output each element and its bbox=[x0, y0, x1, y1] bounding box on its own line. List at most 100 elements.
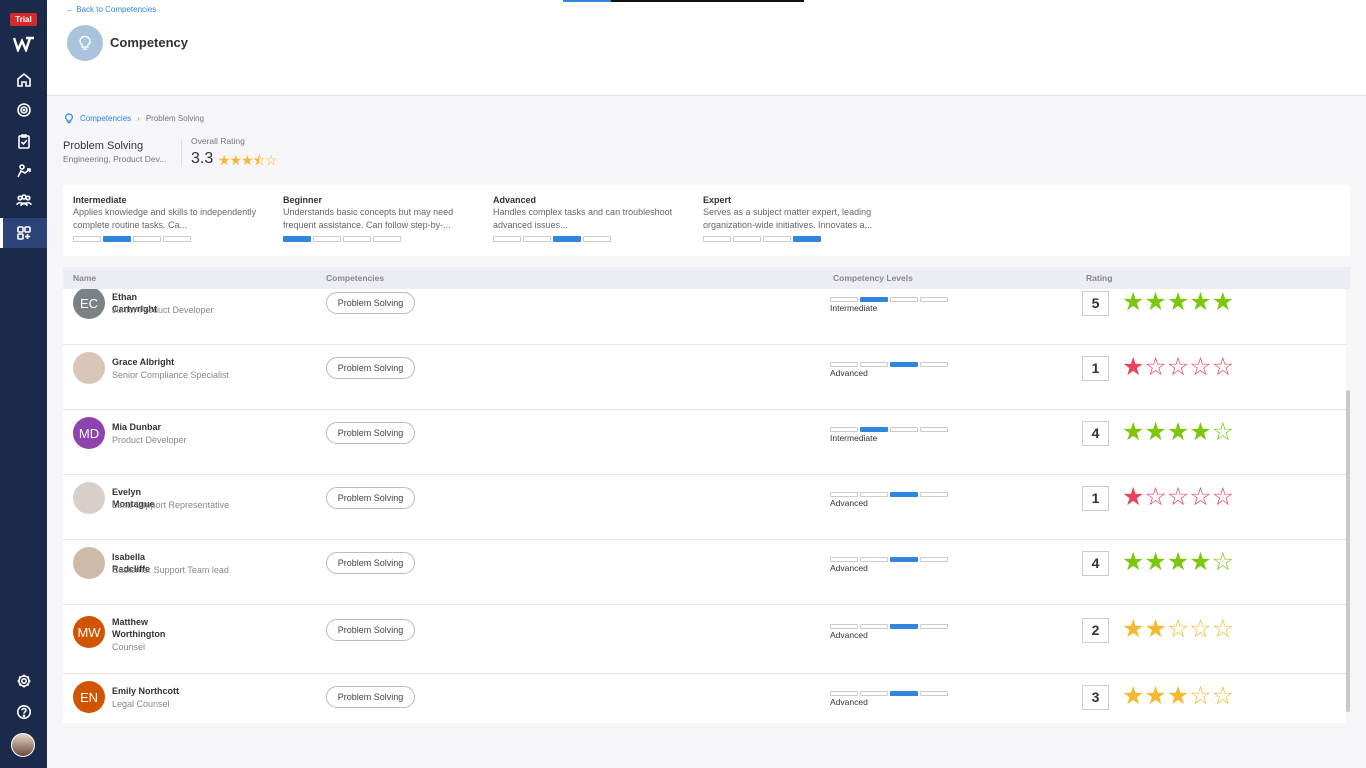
avatar[interactable]: EN bbox=[73, 681, 105, 713]
table-row[interactable]: MW Matthew Worthington Counsel Problem Solv… bbox=[63, 605, 1346, 674]
person-name[interactable]: Mia Dunbar bbox=[112, 421, 182, 433]
rating-stars[interactable]: ★☆☆☆☆ bbox=[1122, 352, 1234, 382]
level-segment bbox=[860, 557, 888, 562]
column-competencies[interactable]: Competencies bbox=[326, 273, 384, 283]
table-row[interactable]: EN Emily Northcott Legal Counsel Problem So… bbox=[63, 674, 1346, 723]
person-name[interactable]: Emily Northcott bbox=[112, 685, 182, 697]
avatar[interactable] bbox=[73, 547, 105, 579]
level-segment bbox=[830, 557, 858, 562]
avatar[interactable]: MW bbox=[73, 616, 105, 648]
level-segment bbox=[920, 427, 948, 432]
table-row[interactable]: MD Mia Dunbar Product Developer Problem Sol… bbox=[63, 410, 1346, 475]
competency-chip[interactable]: Problem Solving bbox=[326, 422, 415, 444]
table-row[interactable]: Grace Albright Senior Compliance Speciali… bbox=[63, 345, 1346, 410]
level-segment bbox=[830, 691, 858, 696]
level-segment bbox=[890, 557, 918, 562]
level-segment bbox=[163, 236, 191, 242]
table-row[interactable]: EC Ethan Cartwright Junior Product Develop… bbox=[63, 289, 1346, 345]
level-bars bbox=[830, 362, 948, 367]
goals-icon[interactable] bbox=[0, 95, 47, 125]
level-label: Advanced bbox=[830, 368, 868, 378]
person-role: Legal Counsel bbox=[112, 699, 170, 709]
skill-name: Problem Solving bbox=[63, 140, 144, 152]
level-segment bbox=[920, 624, 948, 629]
rating-stars[interactable]: ★★★★☆ bbox=[1122, 547, 1234, 577]
level-bars bbox=[830, 297, 948, 302]
person-role: Senior Compliance Specialist bbox=[112, 370, 230, 380]
table-header: Name Competencies Competency Levels Rati… bbox=[63, 267, 1350, 289]
avatar[interactable]: EC bbox=[73, 289, 105, 319]
rating-stars[interactable]: ★★★★★ bbox=[1122, 289, 1234, 317]
level-segment bbox=[860, 492, 888, 497]
header bbox=[47, 0, 1366, 96]
column-name[interactable]: Name bbox=[73, 273, 96, 283]
level-description: Applies knowledge and skills to independ… bbox=[73, 207, 257, 230]
level-label: Intermediate bbox=[830, 303, 878, 313]
back-link[interactable]: ← Back to Competencies bbox=[66, 5, 156, 14]
level-segment bbox=[890, 362, 918, 367]
level-description: Serves as a subject matter expert, leadi… bbox=[703, 207, 873, 230]
table-row[interactable]: Isabella Radcliffe Customer Support Team … bbox=[63, 540, 1346, 605]
overall-rating-value: 3.3 bbox=[191, 150, 214, 167]
level-label: Advanced bbox=[830, 498, 868, 508]
rating-value[interactable]: 2 bbox=[1082, 618, 1109, 643]
level-segment bbox=[73, 236, 101, 242]
home-icon[interactable] bbox=[0, 65, 47, 95]
avatar[interactable] bbox=[73, 482, 105, 514]
level-bars bbox=[493, 236, 678, 242]
back-link-label[interactable]: Back to Competencies bbox=[76, 5, 156, 14]
level-segment bbox=[793, 236, 821, 242]
sidebar: Trial bbox=[0, 0, 47, 768]
user-avatar[interactable] bbox=[11, 733, 35, 757]
level-segment bbox=[583, 236, 611, 242]
tasks-icon[interactable] bbox=[0, 126, 47, 156]
level-title: Advanced bbox=[493, 195, 537, 205]
help-icon[interactable] bbox=[0, 697, 47, 727]
competency-chip[interactable]: Problem Solving bbox=[326, 357, 415, 379]
avatar-initials: MD bbox=[78, 425, 100, 441]
rating-stars[interactable]: ★★★★☆ bbox=[1122, 417, 1234, 447]
competency-chip[interactable]: Problem Solving bbox=[326, 487, 415, 509]
breadcrumb-current: Problem Solving bbox=[145, 114, 205, 123]
level-segment bbox=[830, 427, 858, 432]
competency-chip[interactable]: Problem Solving bbox=[326, 686, 415, 708]
level-description: Understands basic concepts but may need … bbox=[283, 207, 454, 230]
rating-stars[interactable]: ★★★☆☆ bbox=[1122, 681, 1234, 711]
column-levels[interactable]: Competency Levels bbox=[833, 273, 913, 283]
competency-chip[interactable]: Problem Solving bbox=[326, 552, 415, 574]
rating-stars[interactable]: ★★☆☆☆ bbox=[1122, 614, 1234, 644]
avatar[interactable]: MD bbox=[73, 417, 105, 449]
settings-icon[interactable] bbox=[0, 666, 47, 696]
rating-value[interactable]: 5 bbox=[1082, 291, 1109, 316]
person-role: Product Developer bbox=[112, 435, 187, 445]
person-name[interactable]: Grace Albright bbox=[112, 356, 182, 368]
rating-stars[interactable]: ★☆☆☆☆ bbox=[1122, 482, 1234, 512]
level-segment bbox=[830, 362, 858, 367]
avatar-initials: EN bbox=[79, 689, 99, 705]
rating-value[interactable]: 1 bbox=[1082, 486, 1109, 511]
column-rating[interactable]: Rating bbox=[1086, 273, 1112, 283]
level-segment bbox=[920, 362, 948, 367]
level-segment bbox=[343, 236, 371, 242]
competency-chip[interactable]: Problem Solving bbox=[326, 619, 415, 641]
table-row[interactable]: Evelyn Montague Lead Support Representati… bbox=[63, 475, 1346, 540]
rating-value[interactable]: 3 bbox=[1082, 685, 1109, 710]
skills-icon[interactable] bbox=[0, 156, 47, 186]
apps-icon[interactable] bbox=[0, 218, 47, 248]
avatar[interactable] bbox=[73, 352, 105, 384]
rating-value[interactable]: 4 bbox=[1082, 421, 1109, 446]
level-expert: Expert Serves as a subject matter expert… bbox=[703, 195, 888, 242]
competency-chip[interactable]: Problem Solving bbox=[326, 292, 415, 314]
team-icon[interactable] bbox=[0, 186, 47, 216]
breadcrumb-root[interactable]: Competencies bbox=[80, 114, 131, 123]
level-label: Advanced bbox=[830, 630, 868, 640]
level-bars bbox=[283, 236, 468, 242]
trial-badge[interactable]: Trial bbox=[10, 13, 37, 26]
app-logo[interactable] bbox=[12, 36, 35, 54]
level-title: Intermediate bbox=[73, 195, 127, 205]
overall-rating-stars: ★★★⯪☆ bbox=[218, 152, 277, 168]
rating-value[interactable]: 1 bbox=[1082, 356, 1109, 381]
person-name[interactable]: Matthew Worthington bbox=[112, 616, 182, 640]
rating-value[interactable]: 4 bbox=[1082, 551, 1109, 576]
scrollbar[interactable] bbox=[1346, 390, 1350, 712]
